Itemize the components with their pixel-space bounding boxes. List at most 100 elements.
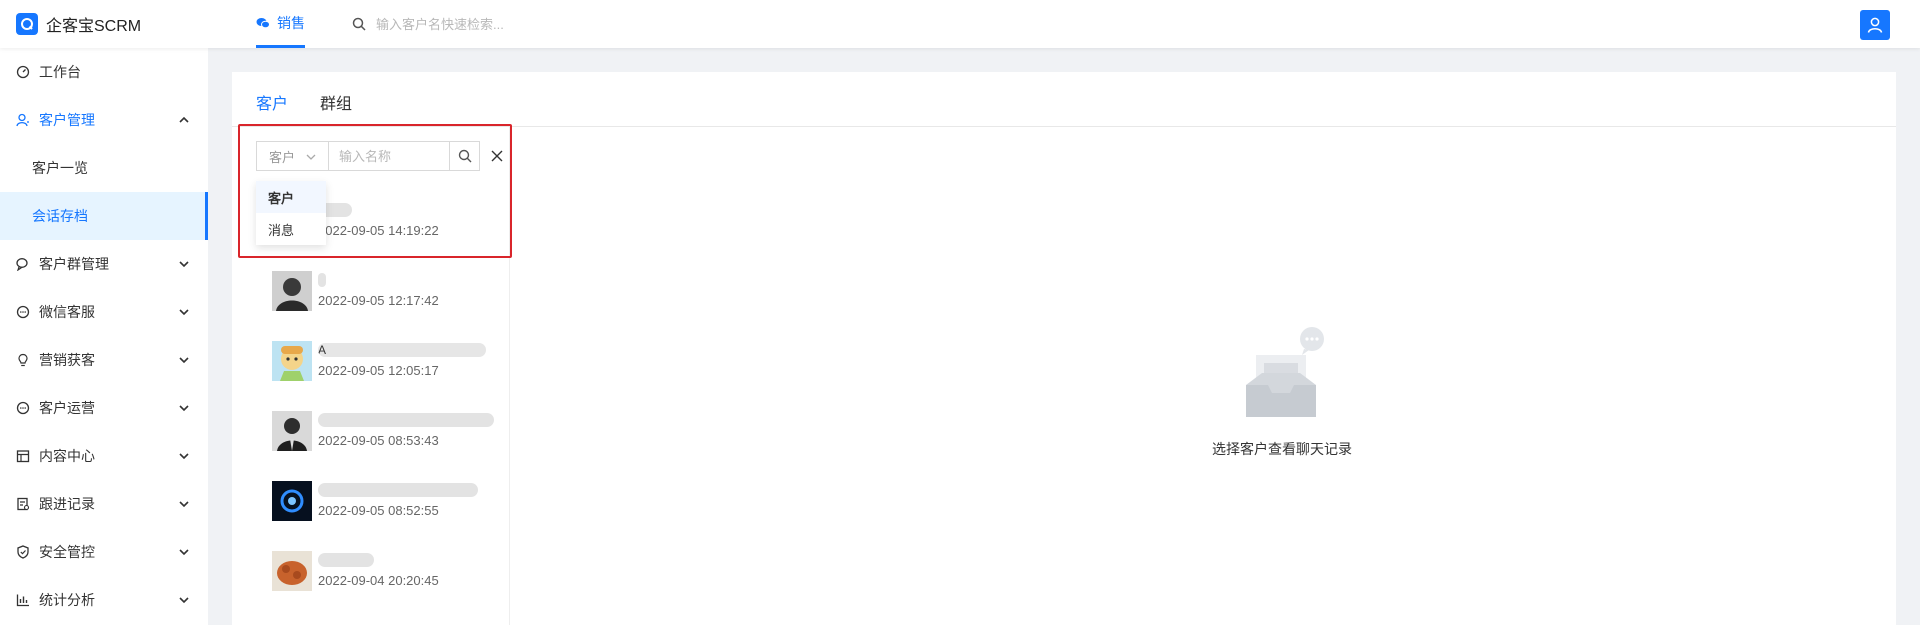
- sidebar-item-customer-operation[interactable]: 客户运营: [0, 384, 208, 432]
- chevron-down-icon: [306, 154, 316, 160]
- sidebar: 工作台 客户管理 客户一览 会话存档 客户群管理 微信客服 营销获客 客户运营 …: [0, 48, 208, 625]
- sidebar-item-label: 营销获客: [39, 352, 95, 368]
- bar-chart-icon: [16, 593, 30, 607]
- user-button[interactable]: [1860, 10, 1890, 40]
- avatar: [272, 551, 312, 591]
- conversation-item[interactable]: 2022-09-05 08:53:43: [272, 411, 502, 451]
- avatar: [272, 271, 312, 311]
- search-type-value: 客户: [269, 149, 296, 165]
- brand-name: 企客宝SCRM: [46, 18, 142, 35]
- shield-icon: [16, 545, 30, 559]
- dropdown-option-message[interactable]: 消息: [256, 213, 326, 245]
- search-icon: [458, 149, 471, 163]
- follow-record-icon: [16, 497, 30, 511]
- tab-label: 群组: [320, 96, 353, 113]
- nav-tab-sales[interactable]: 销售: [256, 0, 305, 48]
- tab-group[interactable]: 群组: [320, 90, 352, 114]
- empty-inbox-icon: [1246, 327, 1324, 417]
- sidebar-item-label: 工作台: [39, 64, 81, 80]
- chevron-down-icon: [179, 549, 189, 556]
- sidebar-item-label: 内容中心: [39, 448, 95, 464]
- sidebar-item-label: 客户一览: [32, 160, 88, 176]
- search-type-select[interactable]: 客户: [256, 141, 328, 171]
- clear-filter-button[interactable]: [486, 141, 508, 171]
- conversation-time: 2022-09-05 14:19:22: [318, 223, 439, 238]
- search-type-dropdown: 客户 消息: [256, 181, 326, 245]
- brand[interactable]: 企客宝SCRM: [16, 13, 141, 35]
- tab-label: 客户: [256, 96, 289, 113]
- bulb-icon: [16, 353, 30, 367]
- empty-state: 选择客户查看聊天记录: [1122, 327, 1442, 457]
- customer-icon: [16, 113, 30, 127]
- global-search: [352, 13, 636, 35]
- conversation-name: [318, 483, 478, 497]
- user-icon: [1867, 17, 1883, 33]
- conversation-time: 2022-09-04 20:20:45: [318, 573, 439, 588]
- nav-tab-label: 销售: [277, 14, 305, 31]
- search-button[interactable]: [450, 141, 480, 171]
- sidebar-item-customer-management[interactable]: 客户管理: [0, 96, 208, 144]
- empty-state-text: 选择客户查看聊天记录: [1212, 441, 1352, 457]
- dropdown-option-label: 消息: [268, 222, 295, 238]
- sidebar-item-label: 跟进记录: [39, 496, 95, 512]
- wechat-service-icon: [16, 305, 30, 319]
- conversation-panel: 客户 客户 消息 2022-09-05 14:1: [232, 127, 510, 625]
- sidebar-item-customer-list[interactable]: 客户一览: [0, 144, 208, 192]
- conversation-time: 2022-09-05 08:53:43: [318, 433, 439, 448]
- sidebar-item-session-archive[interactable]: 会话存档: [0, 192, 208, 240]
- avatar: [272, 341, 312, 381]
- global-search-input[interactable]: [376, 16, 636, 32]
- conversation-time: 2022-09-05 12:17:42: [318, 293, 439, 308]
- conversation-name: A: [318, 343, 486, 357]
- sidebar-item-label: 客户运营: [39, 400, 95, 416]
- chevron-down-icon: [179, 309, 189, 316]
- content-icon: [16, 449, 30, 463]
- group-chat-icon: [16, 257, 30, 271]
- chevron-down-icon: [179, 597, 189, 604]
- avatar: [272, 481, 312, 521]
- sidebar-item-label: 会话存档: [32, 208, 88, 224]
- search-icon: [352, 17, 366, 31]
- dashboard-icon: [16, 65, 30, 79]
- conversation-item[interactable]: 2022-09-05 12:17:42: [272, 271, 502, 311]
- conversation-item[interactable]: 2022-09-05 08:52:55: [272, 481, 502, 521]
- sidebar-item-marketing[interactable]: 营销获客: [0, 336, 208, 384]
- chevron-down-icon: [179, 501, 189, 508]
- top-header: 企客宝SCRM 销售: [0, 0, 1920, 48]
- wechat-icon: [256, 17, 270, 28]
- conversation-time: 2022-09-05 12:05:17: [318, 363, 439, 378]
- qi-logo-icon: [16, 13, 38, 35]
- conversation-item[interactable]: 2022-09-04 20:20:45: [272, 551, 502, 591]
- chevron-up-icon: [179, 116, 189, 123]
- sidebar-item-group-management[interactable]: 客户群管理: [0, 240, 208, 288]
- sidebar-item-statistics[interactable]: 统计分析: [0, 576, 208, 624]
- dropdown-option-customer[interactable]: 客户: [256, 181, 326, 213]
- operation-icon: [16, 401, 30, 415]
- chevron-down-icon: [179, 405, 189, 412]
- conversation-time: 2022-09-05 08:52:55: [318, 503, 439, 518]
- avatar: [272, 411, 312, 451]
- chevron-down-icon: [179, 453, 189, 460]
- close-icon: [491, 150, 503, 162]
- sidebar-item-follow-records[interactable]: 跟进记录: [0, 480, 208, 528]
- name-search-input[interactable]: [328, 141, 450, 171]
- conversation-name: [318, 553, 374, 567]
- chevron-down-icon: [179, 261, 189, 268]
- sidebar-item-label: 微信客服: [39, 304, 95, 320]
- chevron-down-icon: [179, 357, 189, 364]
- dropdown-option-label: 客户: [268, 190, 295, 206]
- sidebar-item-label: 统计分析: [39, 592, 95, 608]
- sidebar-item-wechat-service[interactable]: 微信客服: [0, 288, 208, 336]
- session-archive-card: 客户 群组 客户 客户 消息: [232, 72, 1896, 625]
- sidebar-item-label: 客户管理: [39, 112, 95, 128]
- conversation-item[interactable]: A 2022-09-05 12:05:17: [272, 341, 502, 381]
- conversation-name: [318, 413, 494, 427]
- sidebar-item-content-center[interactable]: 内容中心: [0, 432, 208, 480]
- sidebar-item-label: 安全管控: [39, 544, 95, 560]
- tab-customer[interactable]: 客户: [256, 90, 288, 114]
- sidebar-item-workbench[interactable]: 工作台: [0, 48, 208, 96]
- conversation-filter: 客户: [256, 141, 508, 171]
- sidebar-item-label: 客户群管理: [39, 256, 109, 272]
- sidebar-item-security[interactable]: 安全管控: [0, 528, 208, 576]
- conversation-name: [318, 273, 326, 287]
